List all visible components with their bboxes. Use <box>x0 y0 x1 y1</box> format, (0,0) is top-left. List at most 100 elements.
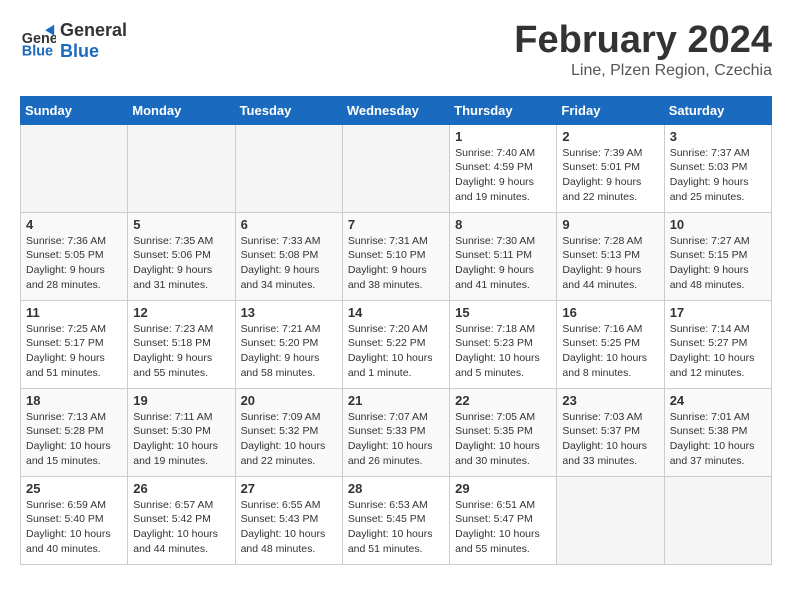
day-number: 8 <box>455 217 551 232</box>
day-info: Sunrise: 7:30 AM Sunset: 5:11 PM Dayligh… <box>455 234 551 293</box>
day-number: 6 <box>241 217 337 232</box>
weekday-header-sunday: Sunday <box>21 96 128 124</box>
day-number: 14 <box>348 305 444 320</box>
calendar-cell: 21Sunrise: 7:07 AM Sunset: 5:33 PM Dayli… <box>342 388 449 476</box>
day-number: 25 <box>26 481 122 496</box>
day-number: 16 <box>562 305 658 320</box>
day-number: 19 <box>133 393 229 408</box>
day-number: 12 <box>133 305 229 320</box>
day-number: 29 <box>455 481 551 496</box>
day-info: Sunrise: 7:05 AM Sunset: 5:35 PM Dayligh… <box>455 410 551 469</box>
day-info: Sunrise: 7:31 AM Sunset: 5:10 PM Dayligh… <box>348 234 444 293</box>
calendar-week-3: 11 Sunrise: 7:25 AM Sunset: 5:17 PM Dayli… <box>21 300 772 388</box>
day-info: Sunrise: 7:21 AM Sunset: 5:20 PM Dayligh… <box>241 322 337 381</box>
weekday-header-friday: Friday <box>557 96 664 124</box>
calendar-cell: 25 Sunrise: 6:59 AM Sunset: 5:40 PM Dayli… <box>21 476 128 564</box>
day-number: 2 <box>562 129 658 144</box>
day-info: Sunrise: 6:53 AM Sunset: 5:45 PM Dayligh… <box>348 498 444 557</box>
day-number: 11 <box>26 305 122 320</box>
day-info: Sunrise: 7:33 AM Sunset: 5:08 PM Dayligh… <box>241 234 337 293</box>
weekday-header-row: SundayMondayTuesdayWednesdayThursdayFrid… <box>21 96 772 124</box>
calendar-cell: 5Sunrise: 7:35 AM Sunset: 5:06 PM Daylig… <box>128 212 235 300</box>
day-info: Sunrise: 6:51 AM Sunset: 5:47 PM Dayligh… <box>455 498 551 557</box>
logo-line2: Blue <box>60 41 127 62</box>
day-number: 13 <box>241 305 337 320</box>
title-block: February 2024 Line, Plzen Region, Czechi… <box>514 20 772 80</box>
calendar-table: SundayMondayTuesdayWednesdayThursdayFrid… <box>20 96 772 565</box>
calendar-cell <box>557 476 664 564</box>
calendar-cell: 15Sunrise: 7:18 AM Sunset: 5:23 PM Dayli… <box>450 300 557 388</box>
calendar-week-2: 4Sunrise: 7:36 AM Sunset: 5:05 PM Daylig… <box>21 212 772 300</box>
day-info: Sunrise: 6:59 AM Sunset: 5:40 PM Dayligh… <box>26 498 122 557</box>
day-number: 3 <box>670 129 766 144</box>
day-number: 1 <box>455 129 551 144</box>
calendar-cell: 9Sunrise: 7:28 AM Sunset: 5:13 PM Daylig… <box>557 212 664 300</box>
calendar-cell: 20 Sunrise: 7:09 AM Sunset: 5:32 PM Dayli… <box>235 388 342 476</box>
day-info: Sunrise: 7:14 AM Sunset: 5:27 PM Dayligh… <box>670 322 766 381</box>
day-info: Sunrise: 7:01 AM Sunset: 5:38 PM Dayligh… <box>670 410 766 469</box>
calendar-cell: 16 Sunrise: 7:16 AM Sunset: 5:25 PM Dayli… <box>557 300 664 388</box>
weekday-header-saturday: Saturday <box>664 96 771 124</box>
weekday-header-wednesday: Wednesday <box>342 96 449 124</box>
calendar-cell: 19 Sunrise: 7:11 AM Sunset: 5:30 PM Dayli… <box>128 388 235 476</box>
day-info: Sunrise: 6:57 AM Sunset: 5:42 PM Dayligh… <box>133 498 229 557</box>
calendar-week-1: 1 Sunrise: 7:40 AM Sunset: 4:59 PM Daylig… <box>21 124 772 212</box>
calendar-cell: 3 Sunrise: 7:37 AM Sunset: 5:03 PM Daylig… <box>664 124 771 212</box>
day-number: 7 <box>348 217 444 232</box>
calendar-cell <box>664 476 771 564</box>
calendar-title: February 2024 <box>514 20 772 62</box>
day-number: 20 <box>241 393 337 408</box>
day-number: 4 <box>26 217 122 232</box>
day-info: Sunrise: 7:39 AM Sunset: 5:01 PM Dayligh… <box>562 146 658 205</box>
day-info: Sunrise: 7:09 AM Sunset: 5:32 PM Dayligh… <box>241 410 337 469</box>
day-info: Sunrise: 7:13 AM Sunset: 5:28 PM Dayligh… <box>26 410 122 469</box>
day-number: 28 <box>348 481 444 496</box>
day-info: Sunrise: 7:20 AM Sunset: 5:22 PM Dayligh… <box>348 322 444 381</box>
calendar-cell: 1 Sunrise: 7:40 AM Sunset: 4:59 PM Daylig… <box>450 124 557 212</box>
page-header: General Blue General Blue February 2024 … <box>20 20 772 80</box>
logo: General Blue General Blue <box>20 20 127 62</box>
calendar-cell: 13 Sunrise: 7:21 AM Sunset: 5:20 PM Dayli… <box>235 300 342 388</box>
day-info: Sunrise: 7:16 AM Sunset: 5:25 PM Dayligh… <box>562 322 658 381</box>
calendar-cell: 17 Sunrise: 7:14 AM Sunset: 5:27 PM Dayli… <box>664 300 771 388</box>
logo-line1: General <box>60 20 127 41</box>
day-number: 5 <box>133 217 229 232</box>
day-number: 10 <box>670 217 766 232</box>
day-number: 17 <box>670 305 766 320</box>
day-info: Sunrise: 7:25 AM Sunset: 5:17 PM Dayligh… <box>26 322 122 381</box>
svg-text:Blue: Blue <box>22 43 53 59</box>
weekday-header-tuesday: Tuesday <box>235 96 342 124</box>
calendar-week-4: 18 Sunrise: 7:13 AM Sunset: 5:28 PM Dayli… <box>21 388 772 476</box>
calendar-cell <box>21 124 128 212</box>
day-info: Sunrise: 7:03 AM Sunset: 5:37 PM Dayligh… <box>562 410 658 469</box>
day-info: Sunrise: 6:55 AM Sunset: 5:43 PM Dayligh… <box>241 498 337 557</box>
calendar-subtitle: Line, Plzen Region, Czechia <box>514 62 772 80</box>
day-number: 22 <box>455 393 551 408</box>
calendar-cell: 12 Sunrise: 7:23 AM Sunset: 5:18 PM Dayli… <box>128 300 235 388</box>
calendar-cell: 26 Sunrise: 6:57 AM Sunset: 5:42 PM Dayli… <box>128 476 235 564</box>
day-info: Sunrise: 7:23 AM Sunset: 5:18 PM Dayligh… <box>133 322 229 381</box>
calendar-cell: 10Sunrise: 7:27 AM Sunset: 5:15 PM Dayli… <box>664 212 771 300</box>
day-info: Sunrise: 7:18 AM Sunset: 5:23 PM Dayligh… <box>455 322 551 381</box>
day-number: 18 <box>26 393 122 408</box>
calendar-week-5: 25 Sunrise: 6:59 AM Sunset: 5:40 PM Dayli… <box>21 476 772 564</box>
day-number: 24 <box>670 393 766 408</box>
calendar-cell: 4Sunrise: 7:36 AM Sunset: 5:05 PM Daylig… <box>21 212 128 300</box>
calendar-cell: 28 Sunrise: 6:53 AM Sunset: 5:45 PM Dayli… <box>342 476 449 564</box>
day-number: 26 <box>133 481 229 496</box>
calendar-cell <box>235 124 342 212</box>
day-info: Sunrise: 7:40 AM Sunset: 4:59 PM Dayligh… <box>455 146 551 205</box>
calendar-cell <box>128 124 235 212</box>
day-info: Sunrise: 7:37 AM Sunset: 5:03 PM Dayligh… <box>670 146 766 205</box>
day-info: Sunrise: 7:07 AM Sunset: 5:33 PM Dayligh… <box>348 410 444 469</box>
calendar-cell: 27Sunrise: 6:55 AM Sunset: 5:43 PM Dayli… <box>235 476 342 564</box>
day-number: 23 <box>562 393 658 408</box>
calendar-cell: 22 Sunrise: 7:05 AM Sunset: 5:35 PM Dayli… <box>450 388 557 476</box>
weekday-header-thursday: Thursday <box>450 96 557 124</box>
calendar-cell: 6 Sunrise: 7:33 AM Sunset: 5:08 PM Daylig… <box>235 212 342 300</box>
calendar-cell: 11 Sunrise: 7:25 AM Sunset: 5:17 PM Dayli… <box>21 300 128 388</box>
calendar-cell: 8 Sunrise: 7:30 AM Sunset: 5:11 PM Daylig… <box>450 212 557 300</box>
calendar-cell: 24 Sunrise: 7:01 AM Sunset: 5:38 PM Dayli… <box>664 388 771 476</box>
calendar-cell <box>342 124 449 212</box>
day-info: Sunrise: 7:11 AM Sunset: 5:30 PM Dayligh… <box>133 410 229 469</box>
